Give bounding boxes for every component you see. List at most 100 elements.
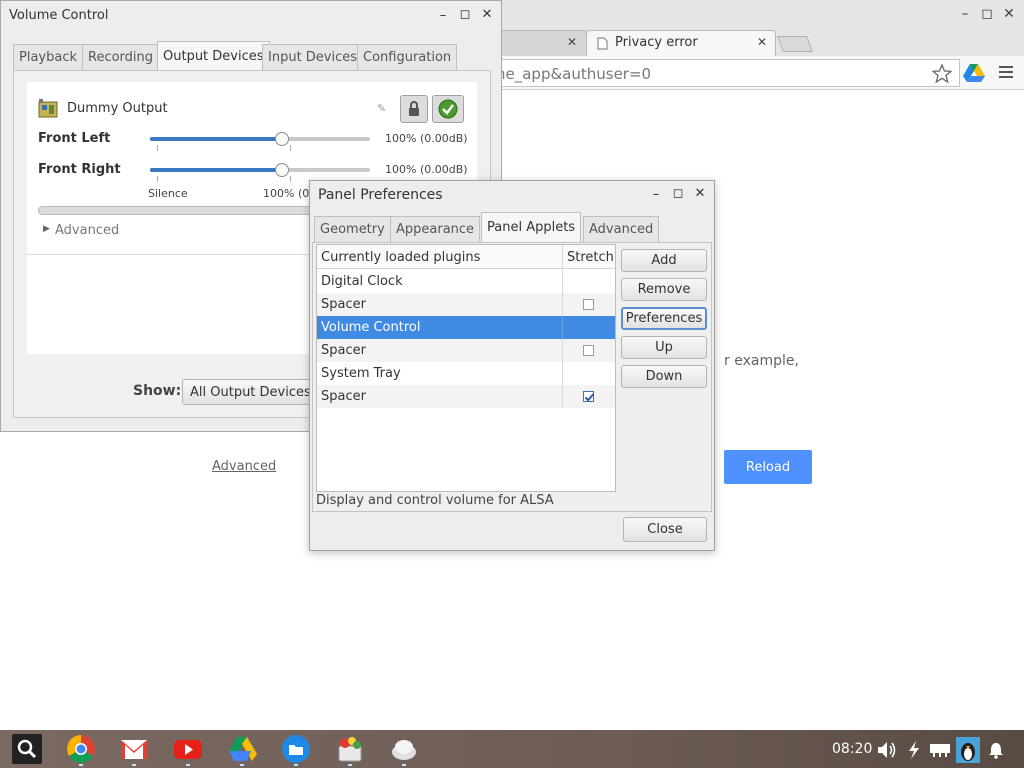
notification-bell-icon[interactable] [988, 741, 1004, 759]
lock-channels-button[interactable] [400, 95, 428, 123]
stretch-checkbox-checked[interactable] [583, 391, 595, 402]
maximize-icon[interactable]: ◻ [977, 6, 997, 22]
tab-advanced[interactable]: Advanced [583, 216, 660, 242]
minimize-icon[interactable]: – [647, 187, 665, 202]
applets-panel: Currently loaded plugins Stretch Digital… [312, 242, 712, 512]
add-button[interactable]: Add [621, 249, 707, 272]
minimize-icon[interactable]: – [434, 8, 452, 23]
tab-input-devices[interactable]: Input Devices [262, 44, 364, 70]
tab-recording[interactable]: Recording [82, 44, 160, 70]
address-bar[interactable]: ne_app&authuser=0 [496, 59, 960, 87]
plugin-name: System Tray [321, 366, 401, 381]
paint-icon[interactable] [335, 734, 365, 764]
dialog-title: Panel Preferences [318, 187, 443, 203]
edit-icon[interactable]: ✎ [377, 102, 386, 115]
chrome-menu-icon[interactable] [999, 66, 1013, 78]
set-default-button[interactable] [432, 95, 464, 123]
list-item-selected[interactable]: Volume Control [317, 316, 615, 339]
checkmark-icon [438, 99, 458, 119]
slider-handle[interactable] [275, 163, 289, 177]
column-header-plugins[interactable]: Currently loaded plugins [321, 250, 480, 265]
panel-preferences-dialog: Panel Preferences – ◻ ✕ Geometry Appeara… [309, 180, 715, 551]
list-item[interactable]: Digital Clock [317, 270, 615, 293]
slider-fill [150, 168, 282, 172]
show-devices-dropdown[interactable]: All Output Devices [182, 379, 322, 405]
expander-arrow-icon[interactable]: ▶ [43, 224, 50, 234]
remove-button[interactable]: Remove [621, 278, 707, 301]
tab-playback[interactable]: Playback [13, 44, 84, 70]
minimize-icon[interactable]: – [955, 6, 975, 22]
tab-appearance[interactable]: Appearance [390, 216, 481, 242]
close-button[interactable]: Close [623, 517, 707, 542]
cloud-icon[interactable] [389, 734, 419, 764]
stretch-checkbox[interactable] [583, 345, 594, 356]
search-icon[interactable] [12, 734, 42, 764]
running-indicator [348, 764, 352, 766]
running-indicator [294, 764, 298, 766]
list-item[interactable]: System Tray [317, 362, 615, 385]
tick-mark [290, 176, 291, 182]
column-separator [562, 293, 563, 316]
close-icon[interactable]: ✕ [999, 6, 1019, 22]
tick-mark [157, 176, 158, 182]
bookmark-star-icon[interactable] [932, 64, 952, 83]
close-icon[interactable]: ✕ [478, 7, 496, 22]
running-indicator [186, 764, 190, 766]
new-tab-button[interactable] [777, 36, 813, 52]
tab-close-icon[interactable]: ✕ [757, 35, 767, 49]
scale-label-silence: Silence [148, 187, 188, 200]
front-right-slider[interactable] [150, 168, 370, 172]
reload-button[interactable]: Reload [724, 450, 812, 484]
plugin-name: Digital Clock [321, 274, 403, 289]
advanced-expander[interactable]: Advanced [55, 223, 119, 238]
chrome-icon[interactable] [66, 734, 96, 764]
preferences-button[interactable]: Preferences [621, 307, 707, 330]
drive-icon[interactable] [227, 734, 257, 764]
maximize-icon[interactable]: ◻ [456, 7, 474, 22]
header-separator [562, 245, 563, 269]
browser-tab-1[interactable]: ✕ [500, 30, 588, 56]
list-item[interactable]: Spacer [317, 385, 615, 408]
list-item[interactable]: Spacer [317, 339, 615, 362]
up-button[interactable]: Up [621, 336, 707, 359]
drive-extension-icon[interactable] [963, 63, 985, 83]
clock[interactable]: 08:20 [832, 741, 872, 757]
browser-tab-privacy-error[interactable]: Privacy error ✕ [586, 30, 776, 56]
list-item[interactable]: Spacer [317, 293, 615, 316]
column-separator [562, 316, 563, 339]
stretch-checkbox[interactable] [583, 299, 594, 310]
column-separator [562, 339, 563, 362]
column-separator [562, 385, 563, 408]
maximize-icon[interactable]: ◻ [669, 186, 687, 201]
power-icon[interactable] [905, 740, 923, 760]
tab-close-icon[interactable]: ✕ [567, 35, 577, 49]
column-header-stretch[interactable]: Stretch [567, 250, 614, 265]
lock-icon [409, 101, 419, 116]
tab-configuration[interactable]: Configuration [357, 44, 458, 70]
channel-label-front-right: Front Right [38, 162, 121, 177]
down-button[interactable]: Down [621, 365, 707, 388]
channel-value: 100% (0.00dB) [385, 163, 468, 176]
device-name: Dummy Output [67, 101, 168, 116]
show-label: Show: [133, 383, 182, 399]
plugin-name: Spacer [321, 343, 366, 358]
youtube-icon[interactable] [173, 734, 203, 764]
tab-panel-applets[interactable]: Panel Applets [481, 212, 582, 242]
tab-output-devices[interactable]: Output Devices [157, 41, 270, 71]
tick-mark [157, 145, 158, 151]
slider-handle[interactable] [275, 132, 289, 146]
files-icon[interactable] [281, 734, 311, 764]
running-indicator [132, 764, 136, 766]
user-avatar-icon[interactable] [956, 737, 980, 763]
running-indicator [402, 764, 406, 766]
sound-card-icon [38, 99, 58, 118]
front-left-slider[interactable] [150, 137, 370, 141]
plugin-list[interactable]: Currently loaded plugins Stretch Digital… [316, 244, 616, 492]
tab-geometry[interactable]: Geometry [314, 216, 391, 242]
volume-icon[interactable] [876, 739, 898, 761]
network-icon[interactable] [929, 741, 951, 759]
close-icon[interactable]: ✕ [691, 186, 709, 201]
gmail-icon[interactable] [119, 734, 149, 764]
advanced-link[interactable]: Advanced [212, 459, 276, 474]
browser-toolbar: ne_app&authuser=0 [496, 56, 1024, 90]
